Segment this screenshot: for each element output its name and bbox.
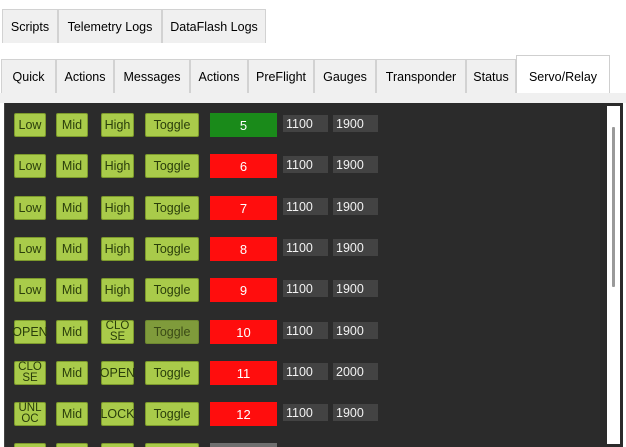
servo-row: CLO SE Mid OPEN Toggle 11 1100 2000 [5, 361, 605, 385]
servo-mid-button[interactable]: Mid [56, 154, 88, 178]
servo-button-partial[interactable] [56, 443, 88, 447]
servo-toggle-button[interactable]: Toggle [145, 278, 199, 302]
servo-high-button[interactable]: LOCK [100, 402, 135, 426]
servo-high-value-field[interactable]: 1900 [333, 198, 378, 215]
servo-mid-button[interactable]: Mid [56, 320, 88, 344]
servo-high-button[interactable]: High [101, 196, 134, 220]
servo-channel-indicator: 9 [210, 278, 277, 302]
tab-quick[interactable]: Quick [1, 59, 56, 93]
servo-toggle-button[interactable]: Toggle [145, 402, 199, 426]
servo-low-value-field[interactable]: 1100 [283, 363, 328, 380]
servo-low-button[interactable]: Low [14, 278, 46, 302]
servo-toggle-button[interactable]: Toggle [145, 237, 199, 261]
servo-toggle-button[interactable]: Toggle [145, 196, 199, 220]
servo-row: Low Mid High Toggle 6 1100 1900 [5, 154, 605, 178]
tab-actions[interactable]: Actions [56, 59, 114, 93]
servo-button-partial[interactable] [101, 443, 134, 447]
servo-high-value-field[interactable]: 1900 [333, 322, 378, 339]
servo-low-button[interactable]: Low [14, 154, 46, 178]
servo-channel-indicator: 12 [210, 402, 277, 426]
servo-high-button[interactable]: High [101, 278, 134, 302]
tab-gauges[interactable]: Gauges [314, 59, 376, 93]
servo-high-value-field[interactable]: 1900 [333, 156, 378, 173]
scrollbar-thumb[interactable] [612, 127, 615, 287]
servo-toggle-button[interactable]: Toggle [145, 113, 199, 137]
servo-low-button[interactable]: OPEN [12, 320, 48, 344]
servo-toggle-button[interactable]: Toggle [145, 154, 199, 178]
servo-low-value-field[interactable]: 1100 [283, 404, 328, 421]
servo-low-value-field[interactable]: 1100 [283, 115, 328, 132]
tab-telemetry-logs[interactable]: Telemetry Logs [58, 9, 162, 43]
servo-channel-indicator: 5 [210, 113, 277, 137]
servo-mid-button[interactable]: Mid [56, 402, 88, 426]
tab-bar-base [0, 93, 626, 103]
servo-high-button[interactable]: High [101, 237, 134, 261]
servo-low-button[interactable]: Low [14, 196, 46, 220]
servo-high-button[interactable]: High [101, 154, 134, 178]
servo-low-button[interactable]: Low [14, 237, 46, 261]
servo-high-value-field[interactable]: 2000 [333, 363, 378, 380]
servo-mid-button[interactable]: Mid [56, 278, 88, 302]
servo-toggle-button[interactable]: Toggle [145, 320, 199, 344]
servo-channel-indicator: 10 [210, 320, 277, 344]
servo-row: Low Mid High Toggle 9 1100 1900 [5, 278, 605, 302]
servo-channel-indicator: 6 [210, 154, 277, 178]
servo-high-button[interactable]: CLO SE [101, 320, 134, 344]
servo-low-button[interactable]: UNL OC [14, 402, 46, 426]
servo-row: UNL OC Mid LOCK Toggle 12 1100 1900 [5, 402, 605, 426]
servo-mid-button[interactable]: Mid [56, 361, 88, 385]
servo-button-partial[interactable] [14, 443, 46, 447]
tab-status[interactable]: Status [466, 59, 516, 93]
tab-servo-relay[interactable]: Servo/Relay [516, 55, 610, 97]
servo-row: OPEN Mid CLO SE Toggle 10 1100 1900 [5, 320, 605, 344]
servo-row: Low Mid High Toggle 8 1100 1900 [5, 237, 605, 261]
servo-mid-button[interactable]: Mid [56, 196, 88, 220]
tab-messages[interactable]: Messages [114, 59, 190, 93]
tab-preflight[interactable]: PreFlight [248, 59, 314, 93]
servo-low-value-field[interactable]: 1100 [283, 156, 328, 173]
servo-low-value-field[interactable]: 1100 [283, 239, 328, 256]
vertical-scrollbar[interactable] [607, 106, 620, 444]
servo-channel-indicator: 8 [210, 237, 277, 261]
servo-high-value-field[interactable]: 1900 [333, 239, 378, 256]
servo-channel-indicator: 7 [210, 196, 277, 220]
tab-actions[interactable]: Actions [190, 59, 248, 93]
servo-high-value-field[interactable]: 1900 [333, 404, 378, 421]
servo-button-partial[interactable] [145, 443, 199, 447]
tab-dataflash-logs[interactable]: DataFlash Logs [162, 9, 266, 43]
servo-low-value-field[interactable]: 1100 [283, 280, 328, 297]
servo-channel-indicator-partial [210, 443, 277, 447]
servo-low-button[interactable]: CLO SE [14, 361, 46, 385]
servo-toggle-button[interactable]: Toggle [145, 361, 199, 385]
servo-row: Low Mid High Toggle 7 1100 1900 [5, 196, 605, 220]
servo-high-button[interactable]: High [101, 113, 134, 137]
servo-high-button[interactable]: OPEN [100, 361, 135, 385]
servo-low-value-field[interactable]: 1100 [283, 198, 328, 215]
servo-channel-indicator: 11 [210, 361, 277, 385]
servo-relay-panel: Low Mid High Toggle 5 1100 1900 Low Mid High Toggl… [4, 103, 623, 447]
servo-row: Low Mid High Toggle 5 1100 1900 [5, 113, 605, 137]
servo-mid-button[interactable]: Mid [56, 237, 88, 261]
servo-low-button[interactable]: Low [14, 113, 46, 137]
servo-mid-button[interactable]: Mid [56, 113, 88, 137]
servo-high-value-field[interactable]: 1900 [333, 115, 378, 132]
tab-scripts[interactable]: Scripts [2, 9, 58, 43]
servo-high-value-field[interactable]: 1900 [333, 280, 378, 297]
servo-low-value-field[interactable]: 1100 [283, 322, 328, 339]
servo-row-partial [5, 443, 605, 447]
tab-transponder[interactable]: Transponder [376, 59, 466, 93]
